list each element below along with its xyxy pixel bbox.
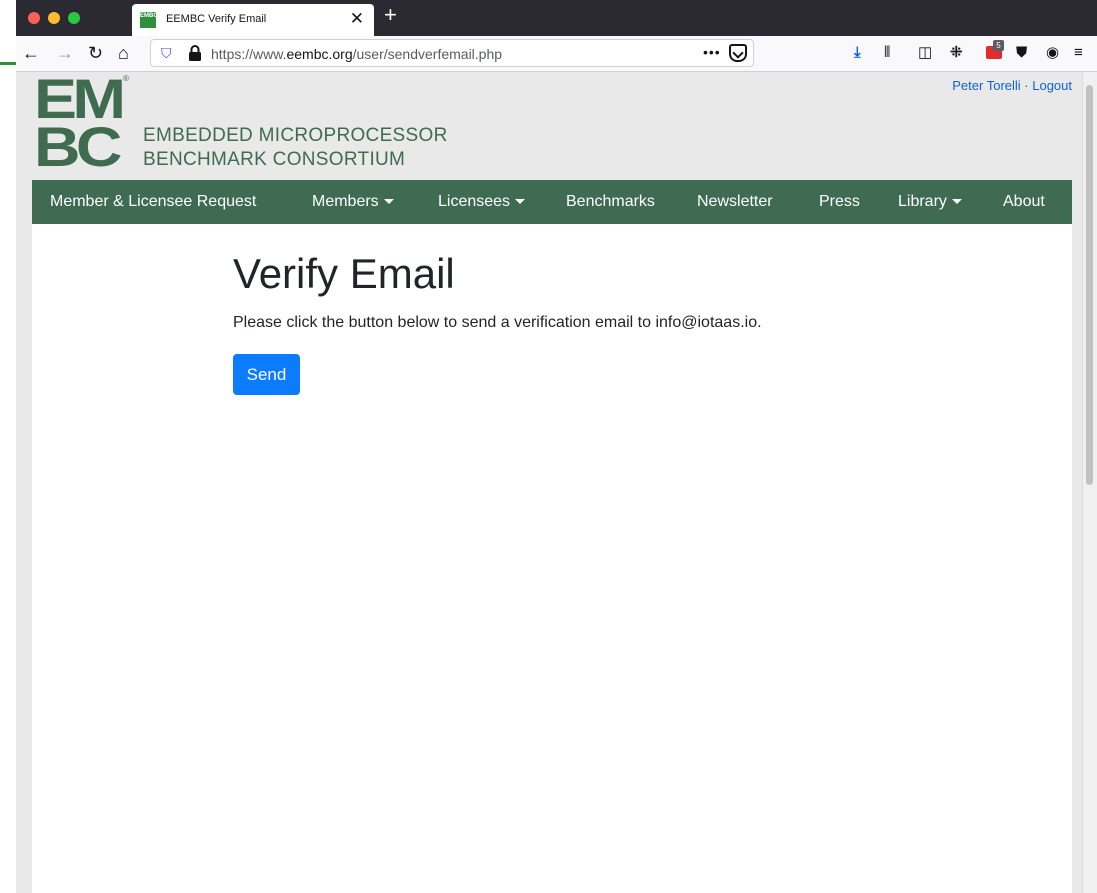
user-link-separator: · — [1020, 78, 1033, 93]
registered-mark: ® — [123, 74, 129, 83]
sidebar-icon[interactable]: ◫ — [918, 42, 932, 64]
forward-arrow-icon[interactable]: → — [56, 42, 74, 64]
ublock-shield-icon[interactable]: ⛊ — [1016, 42, 1027, 64]
library-icon[interactable]: ⫴ — [884, 42, 890, 64]
caret-down-icon — [383, 199, 394, 205]
hamburger-menu-icon[interactable]: ≡ — [1074, 42, 1083, 64]
nav-item-press[interactable]: Press — [819, 180, 860, 224]
scrollbar-thumb[interactable] — [1086, 85, 1093, 485]
url-prefix: https://www. — [211, 46, 287, 62]
nav-library-label: Library — [898, 193, 947, 210]
nav-item-about[interactable]: About — [1003, 180, 1045, 224]
minimize-window-button[interactable] — [48, 12, 60, 24]
logo-tagline-line2: BENCHMARK CONSORTIUM — [143, 149, 406, 170]
desktop-background — [0, 0, 16, 893]
main-navigation: Member & Licensee Request Members Licens… — [32, 180, 1072, 224]
send-button[interactable]: Send — [233, 354, 300, 395]
nav-item-benchmarks[interactable]: Benchmarks — [566, 180, 655, 224]
containers-icon[interactable]: ⁜ — [950, 42, 963, 64]
account-icon[interactable]: ◉ — [1046, 42, 1059, 64]
pocket-icon[interactable] — [729, 44, 747, 62]
url-domain: eembc.org — [286, 46, 353, 62]
maximize-window-button[interactable] — [68, 12, 80, 24]
back-arrow-icon[interactable]: ← — [22, 42, 40, 64]
tab-bar: EMBC EEMBC Verify Email ✕ + — [16, 0, 1097, 36]
nav-item-members[interactable]: Members — [312, 180, 394, 224]
eembc-favicon-icon: EMBC — [140, 12, 158, 28]
caret-down-icon — [515, 199, 526, 205]
address-bar[interactable]: ⛉ https://www.eembc.org/user/sendverfema… — [150, 39, 754, 67]
page-actions-icon[interactable]: ••• — [703, 44, 721, 60]
main-content: Verify Email Please click the button bel… — [32, 224, 1072, 893]
extension-badge-count: 5 — [993, 40, 1004, 51]
nav-licensees-label: Licensees — [438, 193, 511, 210]
download-icon[interactable]: ⤓ — [854, 42, 861, 64]
close-window-button[interactable] — [28, 12, 40, 24]
extension-badge-icon[interactable]: 5 — [986, 40, 1004, 62]
home-icon[interactable]: ⌂ — [118, 42, 129, 64]
nav-members-label: Members — [312, 193, 379, 210]
page-title: Verify Email — [233, 250, 455, 297]
caret-down-icon — [951, 199, 962, 205]
site-header: EM BC ® EMBEDDED MICROPROCESSOR BENCHMAR… — [32, 71, 1072, 180]
tracking-protection-shield-icon[interactable]: ⛉ — [161, 45, 175, 61]
nav-item-library[interactable]: Library — [898, 180, 962, 224]
active-tab[interactable]: EMBC EEMBC Verify Email ✕ — [132, 4, 374, 36]
url-text[interactable]: https://www.eembc.org/user/sendverfemail… — [211, 46, 502, 62]
url-path: /user/sendverfemail.php — [352, 46, 503, 62]
nav-item-newsletter[interactable]: Newsletter — [697, 180, 773, 224]
user-profile-link[interactable]: Peter Torelli — [952, 78, 1020, 93]
logo-tagline-line1: EMBEDDED MICROPROCESSOR — [143, 125, 448, 146]
browser-window: EMBC EEMBC Verify Email ✕ + ← → ↻ ⌂ ⛉ ht… — [16, 0, 1097, 893]
user-links: Peter Torelli · Logout — [952, 78, 1072, 93]
logo-bc-text: BC — [34, 115, 122, 178]
verification-message: Please click the button below to send a … — [233, 314, 762, 331]
close-tab-icon[interactable]: ✕ — [350, 9, 364, 29]
nav-item-licensees[interactable]: Licensees — [438, 180, 526, 224]
navigation-toolbar: ← → ↻ ⌂ ⛉ https://www.eembc.org/user/sen… — [16, 36, 1097, 72]
lock-icon[interactable] — [187, 44, 203, 62]
page-viewport: EM BC ® EMBEDDED MICROPROCESSOR BENCHMAR… — [16, 71, 1082, 893]
new-tab-icon[interactable]: + — [384, 2, 397, 28]
reload-icon[interactable]: ↻ — [88, 42, 103, 64]
logout-link[interactable]: Logout — [1032, 78, 1072, 93]
nav-item-member-licensee-request[interactable]: Member & Licensee Request — [50, 180, 256, 224]
tab-title: EEMBC Verify Email — [166, 13, 267, 25]
